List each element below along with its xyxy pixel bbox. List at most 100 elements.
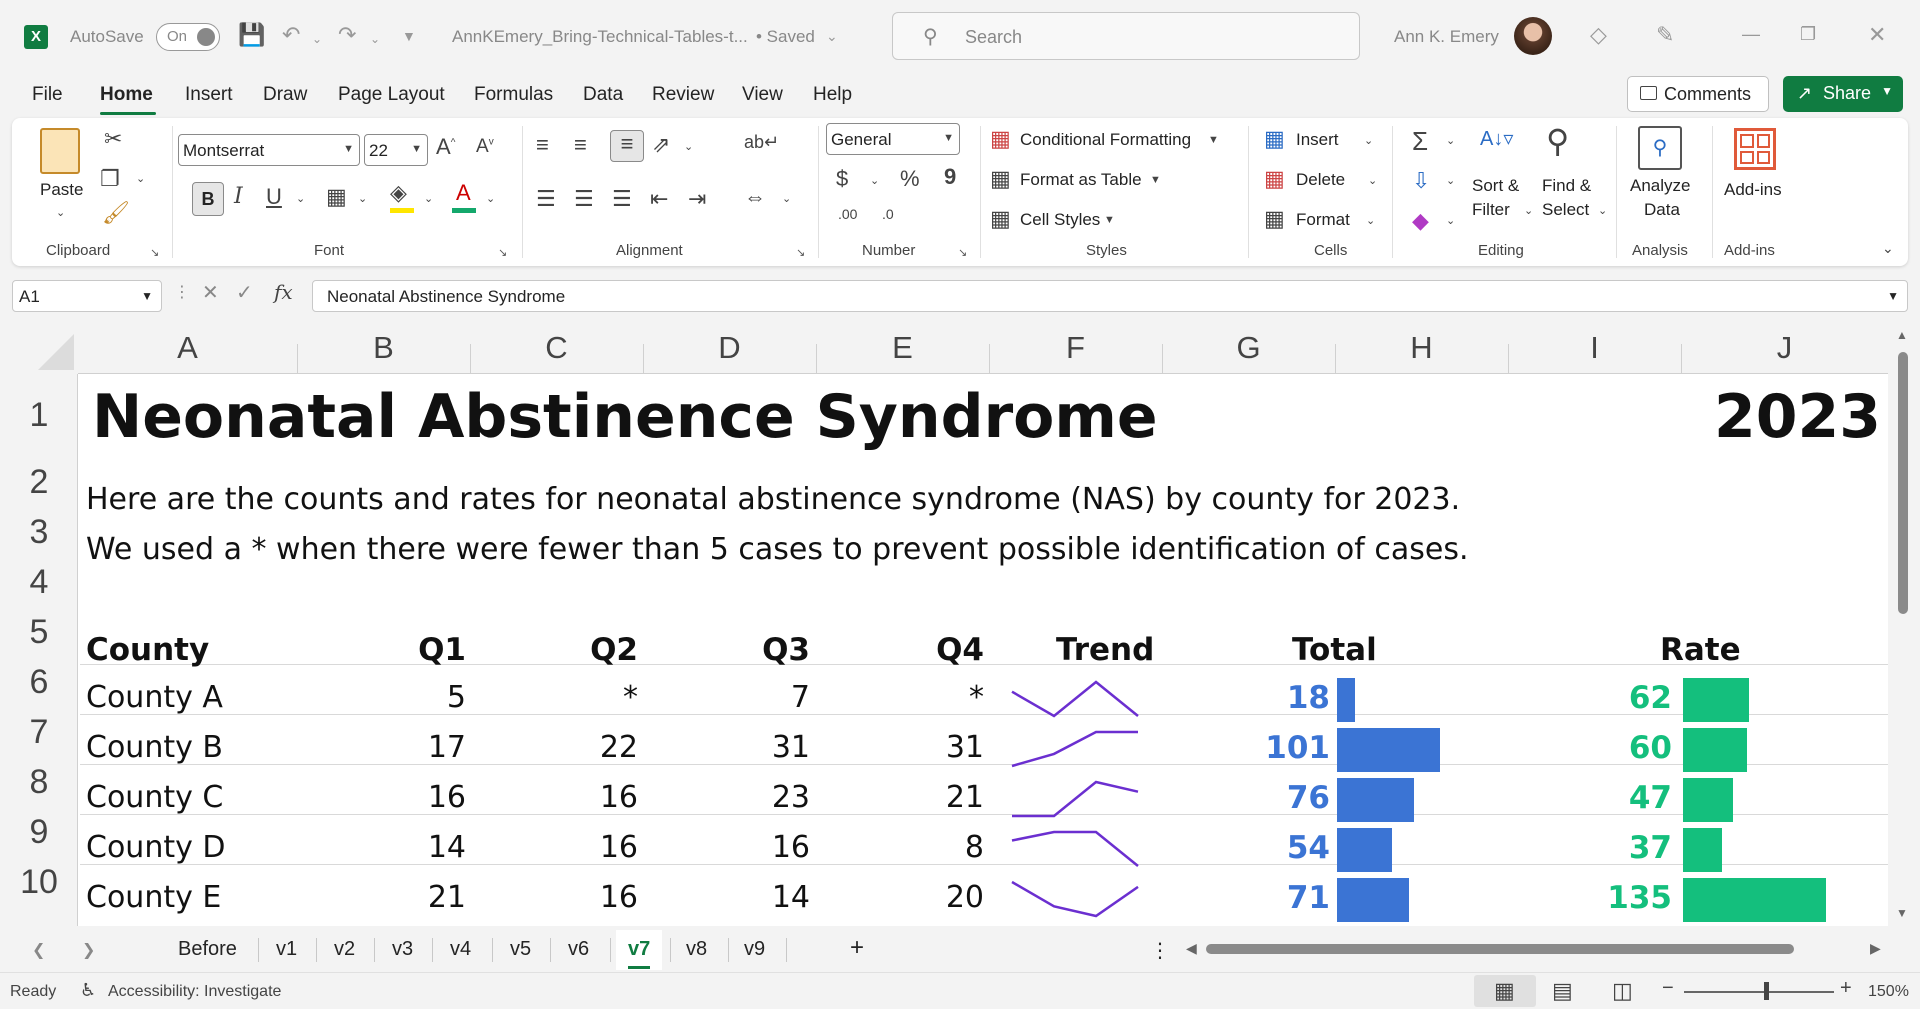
percent-icon[interactable]: %	[900, 166, 920, 192]
zoom-slider-track[interactable]	[1684, 991, 1834, 993]
decrease-indent-icon[interactable]: ⇤	[650, 186, 668, 212]
decrease-decimal-icon[interactable]: .0	[882, 206, 894, 222]
menu-insert[interactable]: Insert	[185, 84, 233, 106]
menu-view[interactable]: View	[742, 84, 783, 106]
q3-cell[interactable]: 31	[700, 730, 810, 765]
row-header-5[interactable]: 5	[0, 613, 78, 653]
spreadsheet-grid[interactable]: ABCDEFGHIJ 1 2 3 4 5 6 7 8 9 10 Neonatal Abstinen…	[0, 322, 1920, 926]
undo-dropdown-icon[interactable]: ⌄	[312, 32, 322, 46]
user-name[interactable]: Ann K. Emery	[1394, 27, 1499, 47]
orientation-icon[interactable]: ⇗	[652, 132, 670, 158]
q2-cell[interactable]: 16	[528, 830, 638, 865]
header-q2[interactable]: Q2	[528, 632, 638, 668]
column-header-e[interactable]: E	[816, 330, 989, 366]
column-header-g[interactable]: G	[1162, 330, 1335, 366]
currency-icon[interactable]: $	[836, 166, 848, 192]
autosum-icon[interactable]: Σ	[1412, 126, 1428, 157]
autosum-chevron-icon[interactable]: ⌄	[1446, 134, 1455, 147]
total-cell[interactable]: 71	[1220, 880, 1330, 916]
share-button[interactable]: ↗ Share ▼	[1783, 76, 1903, 112]
add-ins-icon[interactable]	[1734, 128, 1776, 170]
align-top-icon[interactable]: ≡	[536, 132, 549, 158]
sheet-tab-v9[interactable]: v9	[744, 938, 765, 961]
sheet-tab-v2[interactable]: v2	[334, 938, 355, 961]
zoom-out-icon[interactable]: −	[1662, 977, 1674, 1000]
menu-file[interactable]: File	[32, 84, 63, 106]
comments-button[interactable]: Comments	[1627, 76, 1769, 112]
fill-chevron-icon[interactable]: ⌄	[1446, 174, 1455, 187]
format-chevron-icon[interactable]: ⌄	[1366, 214, 1375, 227]
collapse-ribbon-icon[interactable]: ⌄	[1882, 240, 1894, 257]
formula-input[interactable]: Neonatal Abstinence Syndrome ▼	[312, 280, 1908, 312]
redo-dropdown-icon[interactable]: ⌄	[370, 32, 380, 46]
add-sheet-button[interactable]: +	[850, 934, 864, 962]
align-bottom-icon[interactable]: ≡	[610, 130, 644, 162]
column-header-b[interactable]: B	[297, 330, 470, 366]
accessibility-icon[interactable]: ♿	[80, 980, 96, 1001]
tab-bar-options-icon[interactable]: ⋮	[1150, 938, 1170, 963]
total-cell[interactable]: 18	[1220, 680, 1330, 716]
sort-filter-label-2[interactable]: Filter	[1472, 200, 1510, 220]
row-header-6[interactable]: 6	[0, 663, 78, 703]
column-header-i[interactable]: I	[1508, 330, 1681, 366]
rate-cell[interactable]: 37	[1562, 830, 1672, 866]
cut-icon[interactable]: ✂	[104, 126, 122, 152]
analyze-data-label-2[interactable]: Data	[1644, 200, 1680, 220]
rate-cell[interactable]: 135	[1562, 880, 1672, 916]
q1-cell[interactable]: 21	[356, 880, 466, 915]
row-header-2[interactable]: 2	[0, 463, 78, 503]
insert-cells-button[interactable]: Insert	[1296, 130, 1339, 150]
conditional-formatting-icon[interactable]: ▦	[990, 126, 1011, 152]
page-break-view-icon[interactable]: ◫	[1612, 978, 1633, 1004]
header-rate[interactable]: Rate	[1660, 632, 1741, 668]
restore-icon[interactable]: ❐	[1800, 24, 1816, 45]
q3-cell[interactable]: 23	[700, 780, 810, 815]
align-left-icon[interactable]: ☰	[536, 186, 556, 212]
scroll-up-icon[interactable]: ▲	[1896, 328, 1908, 342]
row-header-4[interactable]: 4	[0, 563, 78, 603]
clear-chevron-icon[interactable]: ⌄	[1446, 214, 1455, 227]
q4-cell[interactable]: 20	[874, 880, 984, 915]
q2-cell[interactable]: 16	[528, 780, 638, 815]
q3-cell[interactable]: 14	[700, 880, 810, 915]
find-select-label-2[interactable]: Select	[1542, 200, 1589, 220]
insert-cells-icon[interactable]: ▦	[1264, 126, 1285, 152]
decrease-font-icon[interactable]: Av	[476, 136, 494, 158]
more-options-icon[interactable]: ⋮	[174, 282, 190, 302]
cell-a3-note[interactable]: We used a * when there were fewer than 5…	[86, 532, 1469, 567]
q2-cell[interactable]: *	[528, 680, 638, 715]
prev-sheet-icon[interactable]: ❮	[32, 940, 45, 960]
add-ins-button[interactable]: Add-ins	[1724, 180, 1782, 200]
analyze-data-label-1[interactable]: Analyze	[1630, 176, 1690, 196]
copy-icon[interactable]: ❐	[100, 166, 120, 192]
paste-chevron-icon[interactable]: ⌄	[56, 206, 65, 219]
sheet-tab-v3[interactable]: v3	[392, 938, 413, 961]
column-header-f[interactable]: F	[989, 330, 1162, 366]
q1-cell[interactable]: 14	[356, 830, 466, 865]
cell-a1-title[interactable]: Neonatal Abstinence Syndrome	[92, 382, 1158, 452]
column-header-j[interactable]: J	[1681, 330, 1888, 366]
sheet-tab-v1[interactable]: v1	[276, 938, 297, 961]
format-as-table-button[interactable]: Format as Table	[1020, 170, 1142, 190]
q4-cell[interactable]: 21	[874, 780, 984, 815]
vertical-scrollbar[interactable]: ▲ ▼	[1888, 322, 1920, 926]
menu-review[interactable]: Review	[652, 84, 714, 106]
zoom-slider-thumb[interactable]	[1764, 982, 1769, 1000]
row-header-9[interactable]: 9	[0, 813, 78, 853]
currency-chevron-icon[interactable]: ⌄	[870, 174, 879, 187]
designer-pen-icon[interactable]: ✎	[1656, 22, 1674, 48]
q1-cell[interactable]: 16	[356, 780, 466, 815]
find-select-icon[interactable]: ⚲	[1546, 122, 1569, 160]
paste-button-label[interactable]: Paste	[40, 180, 83, 200]
q2-cell[interactable]: 16	[528, 880, 638, 915]
q3-cell[interactable]: 16	[700, 830, 810, 865]
menu-home[interactable]: Home	[100, 84, 153, 106]
header-q1[interactable]: Q1	[356, 632, 466, 668]
scroll-left-icon[interactable]: ◀	[1186, 940, 1197, 957]
q3-cell[interactable]: 7	[700, 680, 810, 715]
minimize-icon[interactable]: —	[1742, 24, 1760, 45]
accessibility-status[interactable]: Accessibility: Investigate	[108, 983, 281, 1001]
total-cell[interactable]: 101	[1220, 730, 1330, 766]
delete-chevron-icon[interactable]: ⌄	[1368, 174, 1377, 187]
copy-chevron-icon[interactable]: ⌄	[136, 172, 145, 185]
